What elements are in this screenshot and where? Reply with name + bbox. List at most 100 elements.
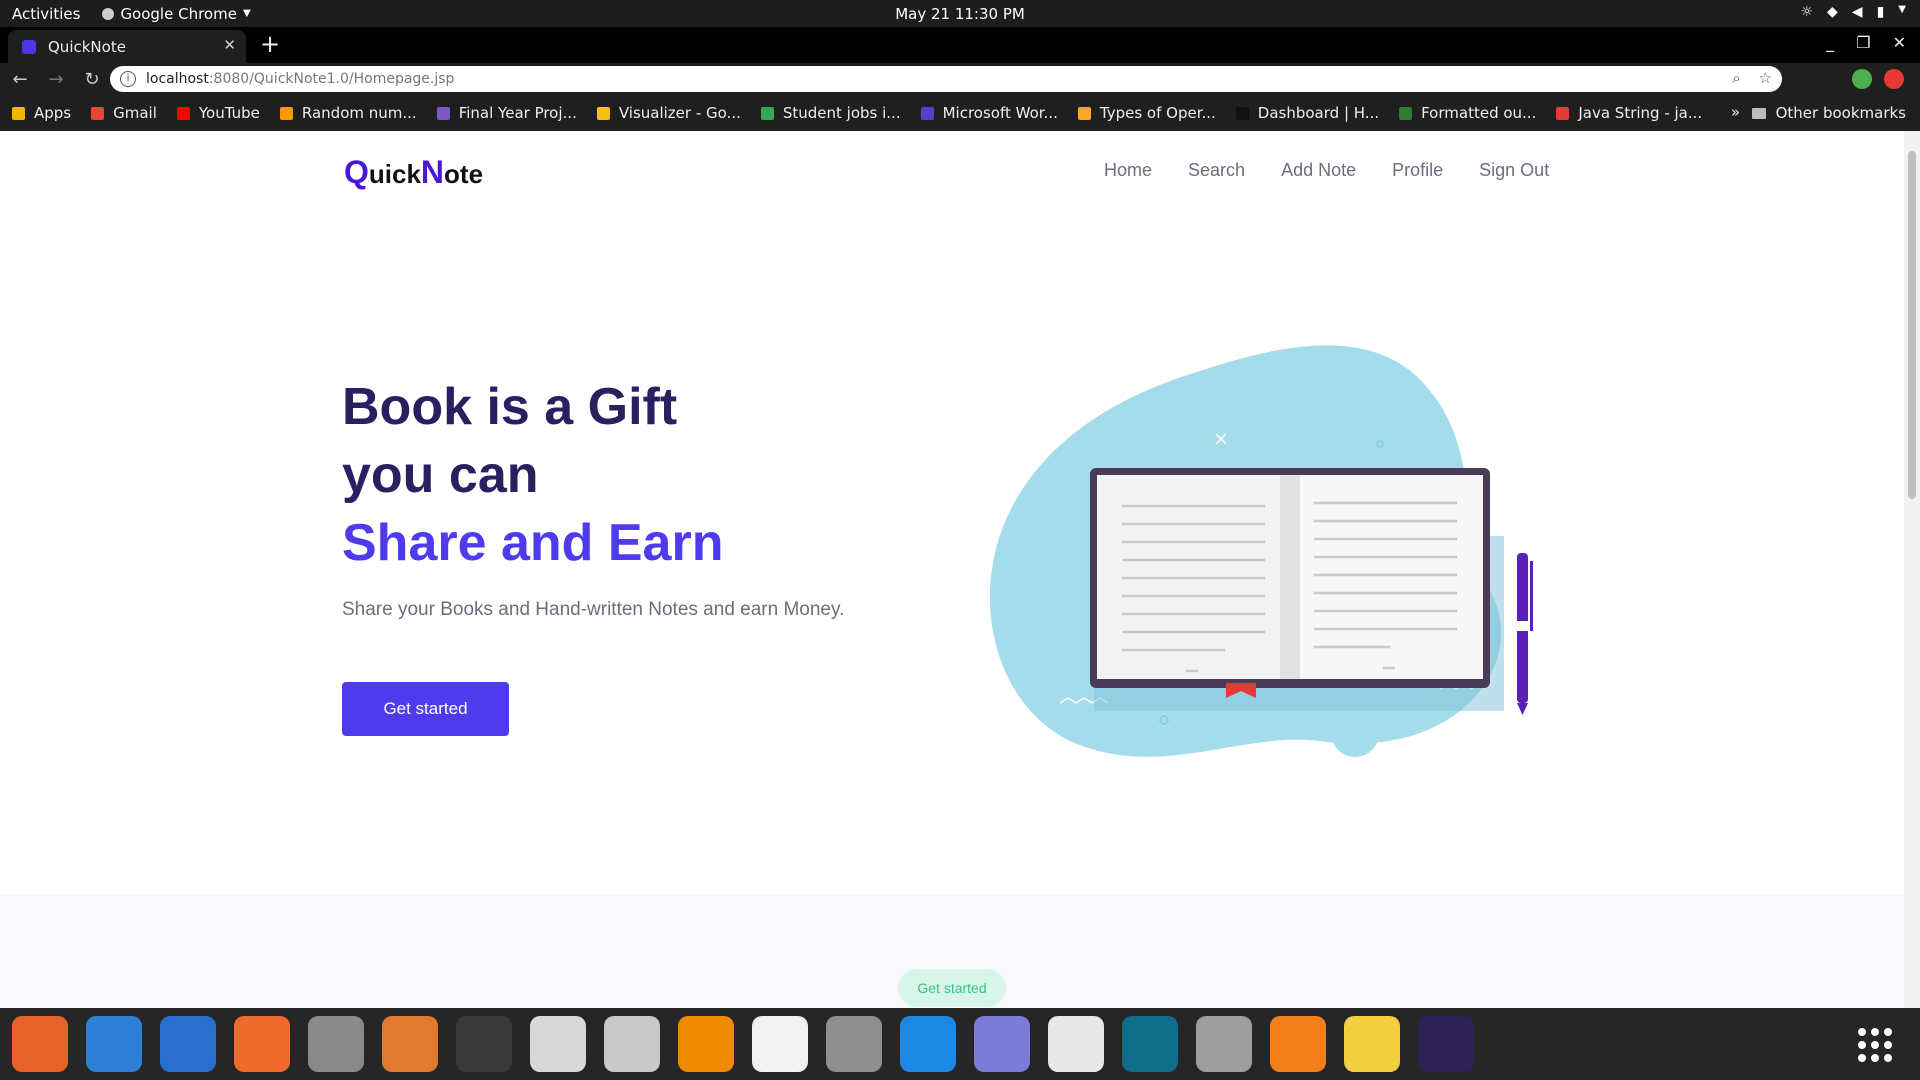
bookmark-icon [176, 106, 190, 120]
page-scrollbar[interactable] [1904, 131, 1920, 1008]
reload-icon[interactable]: ↻ [76, 69, 108, 90]
pen-clip [1530, 561, 1533, 631]
close-window-icon[interactable]: ✕ [1893, 33, 1906, 52]
bookmark-item[interactable]: Apps [12, 104, 71, 122]
scrollbar-thumb[interactable] [1908, 151, 1916, 499]
writer-icon[interactable] [160, 1016, 216, 1072]
sidebar-app-icon[interactable] [1122, 1016, 1178, 1072]
bookmark-label: Dashboard | H... [1257, 104, 1380, 122]
system-top-bar: Activities Google Chrome ▼ May 21 11:30 … [0, 0, 1920, 27]
hero-line-2: you can [342, 446, 539, 504]
rhythmbox-icon[interactable] [1344, 1016, 1400, 1072]
address-bar[interactable]: i localhost :8080/QuickNote1.0/Homepage.… [110, 66, 1782, 92]
bookmark-item[interactable]: YouTube [176, 104, 260, 122]
bookmark-icon [1235, 106, 1249, 120]
firefox-icon[interactable] [12, 1016, 68, 1072]
bookmark-icon [279, 106, 293, 120]
bookmark-label: Final Year Proj... [458, 104, 577, 122]
bookmark-star-icon[interactable]: ☆ [1759, 69, 1772, 87]
back-icon[interactable]: ← [4, 69, 36, 90]
text-editor-icon[interactable] [752, 1016, 808, 1072]
grid-dot [1871, 1041, 1879, 1049]
bookmark-icon [91, 106, 105, 120]
thunderbird-icon[interactable] [86, 1016, 142, 1072]
bookmark-icon [1556, 106, 1570, 120]
bookmark-icon [1077, 106, 1091, 120]
terminal-icon[interactable] [456, 1016, 512, 1072]
bookmarks-bar: Apps Gmail YouTube Random num... Final Y… [0, 95, 1920, 131]
tab-strip: QuickNote ✕ + _ ❐ ✕ [0, 27, 1920, 63]
minimize-icon[interactable]: _ [1826, 33, 1834, 52]
bookmark-label: Gmail [113, 104, 157, 122]
more-bookmarks-icon[interactable]: » [1731, 103, 1740, 121]
bookmark-label: Microsoft Wor... [942, 104, 1058, 122]
lower-bubble [1331, 709, 1379, 757]
dock [0, 1008, 1920, 1080]
impress-icon[interactable] [382, 1016, 438, 1072]
site-info-icon[interactable]: i [120, 71, 136, 87]
clock[interactable]: May 21 11:30 PM [895, 5, 1025, 23]
close-tab-icon[interactable]: ✕ [223, 36, 236, 54]
profile-icon[interactable] [1884, 69, 1904, 89]
bookmark-label: Formatted ou... [1421, 104, 1537, 122]
database-icon[interactable] [308, 1016, 364, 1072]
bookmark-item[interactable]: Student jobs i... [760, 104, 901, 122]
search-tool-icon[interactable] [604, 1016, 660, 1072]
window-controls: _ ❐ ✕ [1826, 33, 1906, 52]
caret-down-icon: ▼ [242, 8, 251, 19]
eclipse-icon[interactable] [1418, 1016, 1474, 1072]
bookmark-label: Types of Oper... [1099, 104, 1216, 122]
grid-dot [1858, 1041, 1866, 1049]
url-host: localhost [146, 71, 209, 87]
forward-icon[interactable]: → [40, 69, 72, 90]
system-tray[interactable]: ☼ ◆ ◀ ▮ ▼ [1800, 4, 1906, 20]
bookmark-icon [596, 106, 610, 120]
vlc-icon[interactable] [678, 1016, 734, 1072]
hero-title: Book is a Gift you can Share and Earn [342, 373, 723, 577]
bookmark-item[interactable]: Java String - ja... [1556, 104, 1702, 122]
tab-quicknote[interactable]: QuickNote ✕ [8, 30, 246, 63]
screenshot-icon[interactable] [974, 1016, 1030, 1072]
gimp-icon[interactable] [1196, 1016, 1252, 1072]
bookmark-item[interactable]: Random num... [279, 104, 417, 122]
restore-icon[interactable]: ❐ [1856, 33, 1870, 52]
bookmark-item[interactable]: Visualizer - Go... [596, 104, 741, 122]
nav-add-note[interactable]: Add Note [1281, 160, 1356, 181]
wifi-icon: ◆ [1827, 4, 1838, 20]
bookmark-label: YouTube [198, 104, 260, 122]
bookmark-label: Student jobs i... [782, 104, 901, 122]
section-pill-get-started: Get started [898, 969, 1006, 1007]
nav-profile[interactable]: Profile [1392, 160, 1443, 181]
site-logo[interactable]: QuickNote [344, 154, 483, 191]
bookmark-item[interactable]: Dashboard | H... [1235, 104, 1380, 122]
zoom-icon[interactable]: ⌕ [1732, 69, 1740, 87]
app-menu-label: Google Chrome [120, 4, 237, 23]
extensions-area [1852, 69, 1904, 89]
settings-icon[interactable] [826, 1016, 882, 1072]
blender-icon[interactable] [1270, 1016, 1326, 1072]
chrome-icon[interactable] [1048, 1016, 1104, 1072]
extension-icon[interactable] [1852, 69, 1872, 89]
files-icon[interactable] [530, 1016, 586, 1072]
bookmark-item[interactable]: Gmail [91, 104, 157, 122]
software-center-icon[interactable] [234, 1016, 290, 1072]
bookmark-icon [12, 106, 25, 120]
bookmark-item[interactable]: Formatted ou... [1399, 104, 1536, 122]
bookmark-item[interactable]: Final Year Proj... [436, 104, 577, 122]
app-menu[interactable]: Google Chrome ▼ [102, 4, 251, 23]
get-started-button[interactable]: Get started [342, 682, 509, 736]
hero-subtitle: Share your Books and Hand-written Notes … [342, 599, 845, 620]
page-viewport: QuickNote Home Search Add Note Profile S… [0, 131, 1904, 1008]
bookmark-item[interactable]: Types of Oper... [1077, 104, 1216, 122]
activities-button[interactable]: Activities [12, 5, 80, 23]
nav-sign-out[interactable]: Sign Out [1479, 160, 1549, 181]
show-applications-icon[interactable] [1858, 1028, 1892, 1062]
nav-home[interactable]: Home [1104, 160, 1152, 181]
other-bookmarks[interactable]: Other bookmarks [1751, 104, 1906, 122]
bookmark-label: Visualizer - Go... [618, 104, 741, 122]
nav-search[interactable]: Search [1188, 160, 1245, 181]
bookmark-item[interactable]: Microsoft Wor... [920, 104, 1058, 122]
bookmark-label: Apps [34, 104, 72, 122]
vscode-icon[interactable] [900, 1016, 956, 1072]
new-tab-button[interactable]: + [260, 30, 280, 58]
